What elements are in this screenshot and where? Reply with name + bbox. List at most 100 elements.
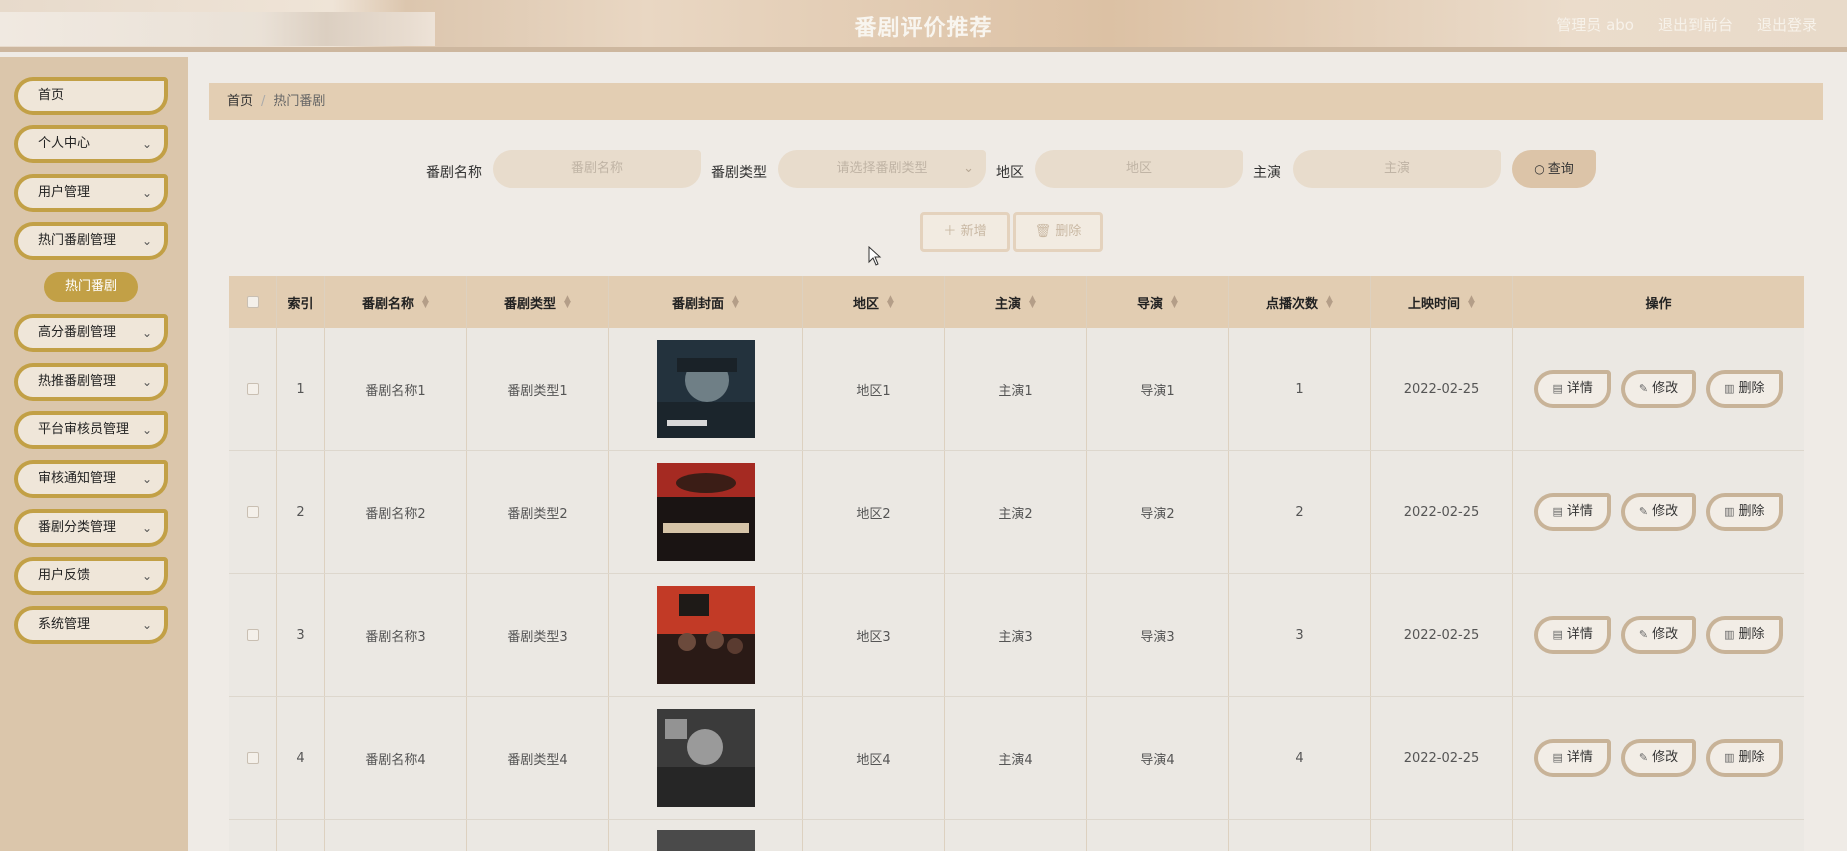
- col-name-label: 番剧名称: [362, 296, 415, 312]
- batch-delete-button[interactable]: 🗑 删除: [1013, 212, 1103, 252]
- chevron-down-icon: ⌄: [141, 326, 152, 340]
- edit-button[interactable]: ✎ 修改: [1620, 739, 1697, 777]
- cell-type: 番剧类型4: [467, 697, 609, 819]
- col-index-label: 索引: [287, 296, 314, 312]
- sidebar-subitem-hot-anime[interactable]: 热门番剧: [44, 272, 138, 302]
- detail-label: 详情: [1566, 627, 1593, 642]
- cover-image[interactable]: [656, 830, 755, 851]
- col-region-label: 地区: [853, 296, 880, 312]
- cell-date: [1371, 820, 1513, 851]
- cell-director: 导演4: [1087, 697, 1229, 819]
- col-plays-label: 点播次数: [1266, 296, 1319, 312]
- name-label: 番剧名称: [426, 165, 482, 181]
- delete-button[interactable]: ▥ 删除: [1706, 616, 1783, 654]
- sidebar-item-hot-anime-management[interactable]: 热门番剧管理 ⌄: [14, 222, 168, 260]
- cell-actions: ▤ 详情 ✎ 修改 ▥ 删除: [1513, 328, 1804, 450]
- delete-button[interactable]: ▥ 删除: [1706, 370, 1783, 408]
- edit-label: 修改: [1652, 750, 1679, 765]
- sidebar-item-system-management[interactable]: 系统管理 ⌄: [14, 606, 168, 644]
- sidebar-item-label: 平台审核员管理: [38, 422, 130, 437]
- sort-icon[interactable]: ▲ ▼: [1029, 295, 1036, 310]
- sort-icon[interactable]: ▲ ▼: [732, 295, 739, 310]
- detail-label: 详情: [1566, 381, 1593, 396]
- edit-button[interactable]: ✎ 修改: [1620, 370, 1697, 408]
- col-actions-label: 操作: [1645, 296, 1672, 312]
- trash-icon: ▥: [1724, 751, 1735, 764]
- row-checkbox[interactable]: [246, 629, 259, 641]
- col-type[interactable]: 番剧类型 ▲ ▼: [467, 276, 609, 328]
- cover-image[interactable]: [656, 340, 755, 438]
- row-checkbox[interactable]: [246, 383, 259, 395]
- row-select-cell: [229, 574, 277, 696]
- sidebar-item-high-score-management[interactable]: 高分番剧管理 ⌄: [14, 314, 168, 352]
- delete-button[interactable]: ▥ 删除: [1706, 739, 1783, 777]
- cover-image[interactable]: [656, 586, 755, 684]
- cell-type: 番剧类型1: [467, 328, 609, 450]
- trash-icon: 🗑: [1034, 224, 1052, 239]
- sort-icon[interactable]: ▲ ▼: [564, 295, 571, 310]
- col-region[interactable]: 地区 ▲ ▼: [803, 276, 945, 328]
- sidebar-item-category-management[interactable]: 番剧分类管理 ⌄: [14, 509, 168, 547]
- query-button[interactable]: ○ 查询: [1512, 150, 1596, 188]
- sort-icon[interactable]: ▲ ▼: [1171, 295, 1178, 310]
- col-director[interactable]: 导演 ▲ ▼: [1087, 276, 1229, 328]
- detail-button[interactable]: ▤ 详情: [1534, 493, 1611, 531]
- cell-type: [467, 820, 609, 851]
- col-cover[interactable]: 番剧封面 ▲ ▼: [609, 276, 803, 328]
- add-button-label: 新增: [960, 224, 987, 239]
- sidebar-item-label: 系统管理: [38, 617, 91, 632]
- col-plays[interactable]: 点播次数 ▲ ▼: [1229, 276, 1371, 328]
- sidebar-item-label: 热门番剧管理: [38, 233, 117, 248]
- exit-to-front-link[interactable]: 退出到前台: [1658, 14, 1733, 35]
- delete-button[interactable]: ▥ 删除: [1706, 493, 1783, 531]
- breadcrumb-home[interactable]: 首页: [227, 94, 253, 109]
- sidebar-item-review-notice-management[interactable]: 审核通知管理 ⌄: [14, 460, 168, 498]
- detail-button[interactable]: ▤ 详情: [1534, 739, 1611, 777]
- cell-plays: 4: [1229, 697, 1371, 819]
- sidebar-item-reviewer-management[interactable]: 平台审核员管理 ⌄: [14, 411, 168, 449]
- sort-icon[interactable]: ▲ ▼: [1468, 295, 1475, 310]
- detail-button[interactable]: ▤ 详情: [1534, 616, 1611, 654]
- name-input[interactable]: 番剧名称: [493, 150, 701, 188]
- sidebar-item-label: 个人中心: [38, 136, 91, 151]
- cover-image[interactable]: [656, 463, 755, 561]
- col-date[interactable]: 上映时间 ▲ ▼: [1371, 276, 1513, 328]
- cell-cover: [609, 697, 803, 819]
- query-button-label: 查询: [1547, 162, 1574, 177]
- sort-icon[interactable]: ▲ ▼: [887, 295, 894, 310]
- actor-label: 主演: [1253, 165, 1281, 181]
- select-all-checkbox[interactable]: [246, 296, 259, 308]
- cell-actor: 主演2: [945, 451, 1087, 573]
- sidebar-item-personal-center[interactable]: 个人中心 ⌄: [14, 125, 168, 163]
- cell-name: 番剧名称4: [325, 697, 467, 819]
- type-select[interactable]: 请选择番剧类型 ⌄: [778, 150, 986, 188]
- edit-button[interactable]: ✎ 修改: [1620, 493, 1697, 531]
- actor-input[interactable]: 主演: [1293, 150, 1501, 188]
- add-button[interactable]: ＋ 新增: [920, 212, 1010, 252]
- logout-link[interactable]: 退出登录: [1757, 14, 1817, 35]
- delete-label: 删除: [1738, 504, 1765, 519]
- row-checkbox[interactable]: [246, 506, 259, 518]
- sort-icon[interactable]: ▲ ▼: [1326, 295, 1333, 310]
- sidebar-item-user-management[interactable]: 用户管理 ⌄: [14, 174, 168, 212]
- row-checkbox[interactable]: [246, 752, 259, 764]
- col-name[interactable]: 番剧名称 ▲ ▼: [325, 276, 467, 328]
- breadcrumb-separator: /: [261, 94, 266, 109]
- chevron-down-icon: ⌄: [141, 472, 152, 486]
- detail-button[interactable]: ▤ 详情: [1534, 370, 1611, 408]
- cell-director: [1087, 820, 1229, 851]
- sort-icon[interactable]: ▲ ▼: [422, 295, 429, 310]
- cell-cover: [609, 820, 803, 851]
- cover-image[interactable]: [656, 709, 755, 807]
- cell-name: [325, 820, 467, 851]
- cell-actions: [1513, 820, 1804, 851]
- type-select-placeholder: 请选择番剧类型: [836, 161, 928, 176]
- sidebar-item-feedback[interactable]: 用户反馈 ⌄: [14, 557, 168, 595]
- table-row: 1 番剧名称1 番剧类型1 地区1 主演1 导演1 1 2022-02-25 ▤…: [229, 328, 1804, 451]
- delete-label: 删除: [1738, 381, 1765, 396]
- edit-button[interactable]: ✎ 修改: [1620, 616, 1697, 654]
- sidebar-item-recommend-management[interactable]: 热推番剧管理 ⌄: [14, 363, 168, 401]
- region-input[interactable]: 地区: [1035, 150, 1243, 188]
- col-actor[interactable]: 主演 ▲ ▼: [945, 276, 1087, 328]
- sidebar-item-home[interactable]: 首页: [14, 77, 168, 115]
